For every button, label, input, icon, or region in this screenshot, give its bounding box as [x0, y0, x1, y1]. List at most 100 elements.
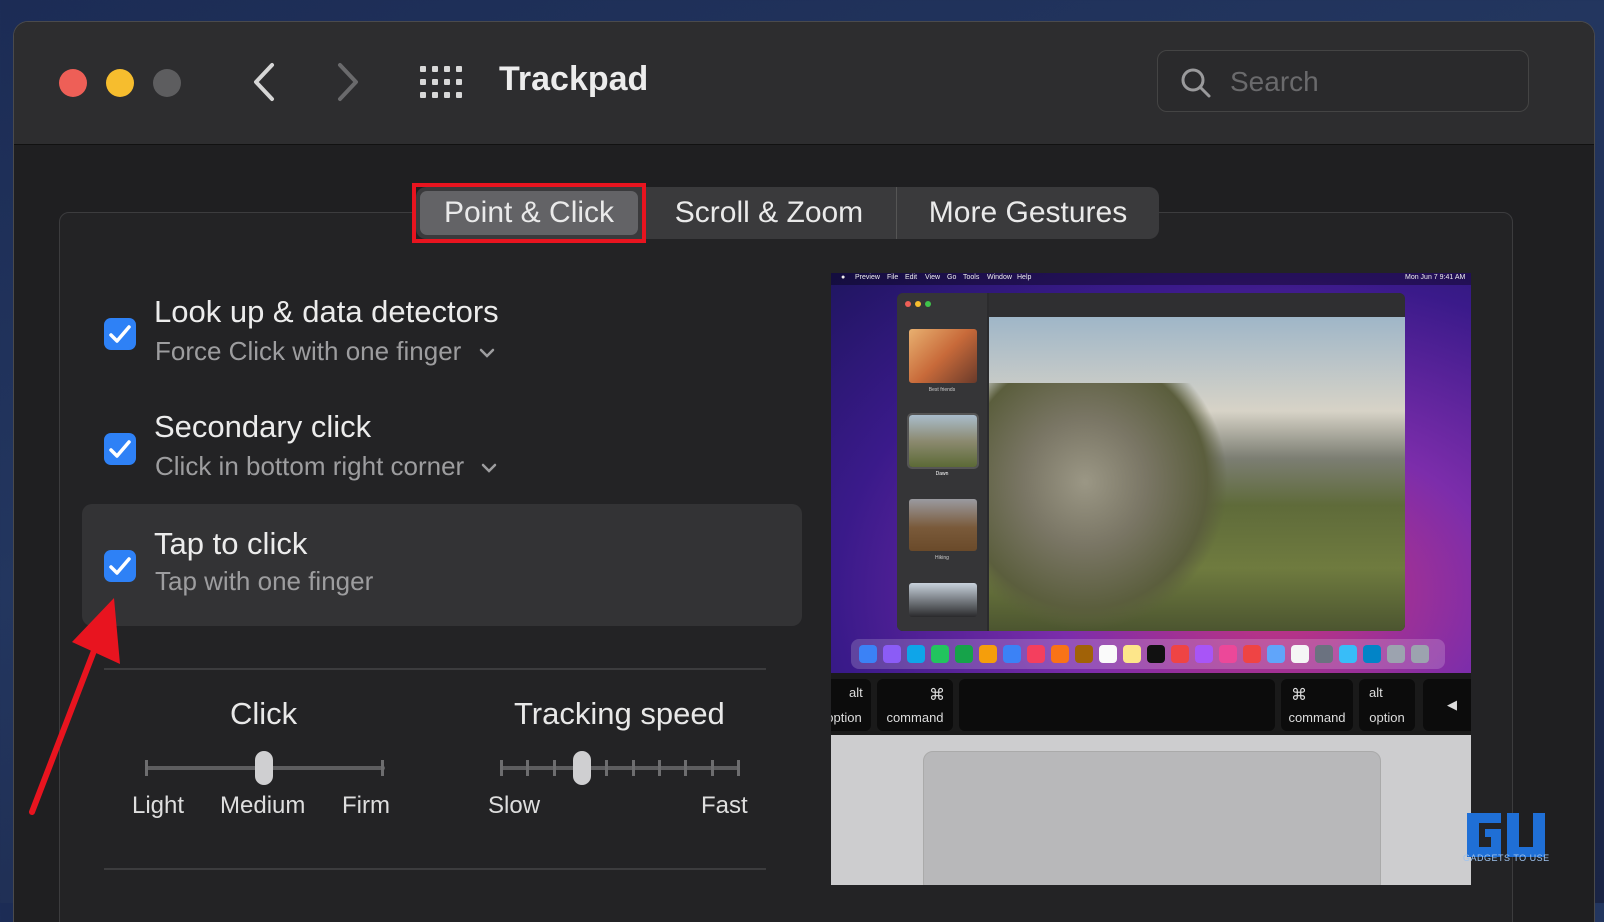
dock-app-icon — [1339, 645, 1357, 663]
slider-tick — [145, 760, 148, 776]
preview-menubar: ● Preview File Edit View Go Tools Window… — [831, 273, 1471, 285]
key-arrow-left: ◀ — [1423, 679, 1471, 731]
option-subtitle: Tap with one finger — [155, 566, 374, 596]
show-all-button[interactable] — [420, 66, 464, 100]
window-title: Trackpad — [499, 60, 649, 98]
key-space — [959, 679, 1275, 731]
zoom-window-button[interactable] — [153, 69, 181, 97]
tap-to-click-checkbox[interactable] — [104, 550, 136, 582]
dock-app-icon — [1315, 645, 1333, 663]
chevron-right-icon — [338, 63, 358, 101]
slider-label-slow: Slow — [488, 792, 541, 819]
thumbnail — [909, 583, 977, 617]
preview-sidebar: Best friends Dawn Hiking — [897, 293, 987, 631]
preview-dock — [851, 639, 1445, 669]
divider — [104, 868, 766, 870]
preview-trackpad-area — [831, 735, 1471, 885]
dock-app-icon — [859, 645, 877, 663]
thumbnail-caption: Hiking — [935, 555, 949, 561]
chevron-left-icon — [254, 63, 274, 101]
dock-app-icon — [1099, 645, 1117, 663]
dock-app-icon — [1051, 645, 1069, 663]
slider-label-medium: Medium — [220, 792, 306, 819]
forward-button[interactable] — [328, 57, 368, 107]
option-subtitle-dropdown[interactable]: Force Click with one finger — [155, 336, 495, 367]
menubar-clock: Mon Jun 7 9:41 AM — [1405, 274, 1466, 281]
tab-label: Scroll & Zoom — [674, 196, 864, 229]
thumbnail — [909, 499, 977, 551]
slider-label-light: Light — [132, 792, 185, 819]
preview-trackpad — [923, 751, 1381, 885]
annotation-highlight-box — [412, 183, 646, 243]
dock-app-icon — [1075, 645, 1093, 663]
tab-scroll-and-zoom[interactable]: Scroll & Zoom — [642, 187, 896, 239]
landscape-rocks — [989, 383, 1229, 631]
slider-tick — [500, 760, 503, 776]
divider — [104, 668, 766, 670]
gesture-preview-image: ● Preview File Edit View Go Tools Window… — [831, 273, 1471, 885]
dock-app-icon — [1267, 645, 1285, 663]
slider-tick — [605, 760, 608, 776]
lookup-checkbox[interactable] — [104, 318, 136, 350]
key-option: alt option — [1359, 679, 1415, 731]
click-slider-title: Click — [230, 696, 298, 731]
dock-app-icon — [883, 645, 901, 663]
back-button[interactable] — [242, 57, 282, 107]
option-subtitle-dropdown[interactable]: Click in bottom right corner — [155, 451, 497, 482]
preview-app-toolbar — [989, 293, 1405, 317]
preview-keyboard: alt option ⌘ command ⌘ command alt optio… — [831, 673, 1471, 735]
search-field[interactable] — [1157, 50, 1529, 112]
key-command: ⌘ command — [877, 679, 953, 731]
tab-more-gestures[interactable]: More Gestures — [896, 187, 1159, 239]
thumbnail — [907, 413, 979, 469]
option-title: Look up & data detectors — [154, 294, 499, 329]
dock-app-icon — [1387, 645, 1405, 663]
click-slider-knob[interactable] — [255, 751, 273, 785]
option-lookup-data-detectors: Look up & data detectors Force Click wit… — [82, 280, 802, 402]
slider-tick — [684, 760, 687, 776]
checkmark-icon — [109, 325, 131, 343]
watermark-text: GADGETS TO USE — [1463, 853, 1550, 863]
slider-tick — [737, 760, 740, 776]
annotation-arrow-icon — [29, 598, 120, 815]
option-secondary-click: Secondary click Click in bottom right co… — [82, 395, 802, 517]
dock-app-icon — [1171, 645, 1189, 663]
preview-app-window: Best friends Dawn Hiking — [897, 293, 1405, 631]
dock-app-icon — [1027, 645, 1045, 663]
preferences-window: Trackpad Point & Click Scroll & Zoom Mor… — [14, 22, 1594, 922]
tracking-slider-track — [500, 766, 740, 770]
thumbnail — [909, 329, 977, 383]
slider-tick — [632, 760, 635, 776]
slider-tick — [658, 760, 661, 776]
chevron-down-icon — [479, 348, 494, 358]
option-title: Tap to click — [154, 526, 308, 561]
option-subtitle: Force Click with one finger — [155, 336, 462, 366]
dock-app-icon — [1243, 645, 1261, 663]
dock-app-icon — [1123, 645, 1141, 663]
menubar-item: View — [925, 274, 941, 281]
dock-app-icon — [1363, 645, 1381, 663]
dock-app-icon — [931, 645, 949, 663]
menubar-item: Go — [947, 274, 957, 281]
checkmark-icon — [109, 440, 131, 458]
menubar-item: Window — [987, 274, 1012, 281]
close-window-button[interactable] — [59, 69, 87, 97]
thumbnail-caption: Dawn — [935, 471, 949, 477]
key-option: alt option — [831, 679, 871, 731]
menubar-item: Preview — [855, 274, 880, 281]
chevron-down-icon — [482, 463, 497, 473]
tracking-slider-knob[interactable] — [573, 751, 591, 785]
dock-app-icon — [1291, 645, 1309, 663]
minimize-window-button[interactable] — [106, 69, 134, 97]
slider-tick — [381, 760, 384, 776]
search-input[interactable] — [1228, 61, 1512, 103]
apple-icon: ● — [841, 274, 846, 281]
preview-screen: ● Preview File Edit View Go Tools Window… — [831, 273, 1471, 673]
checkmark-icon — [109, 557, 131, 575]
secondary-click-checkbox[interactable] — [104, 433, 136, 465]
menubar-item: Tools — [963, 274, 980, 281]
dock-app-icon — [1411, 645, 1429, 663]
dock-app-icon — [955, 645, 973, 663]
search-icon — [1181, 68, 1211, 98]
menubar-item: Help — [1017, 274, 1032, 281]
